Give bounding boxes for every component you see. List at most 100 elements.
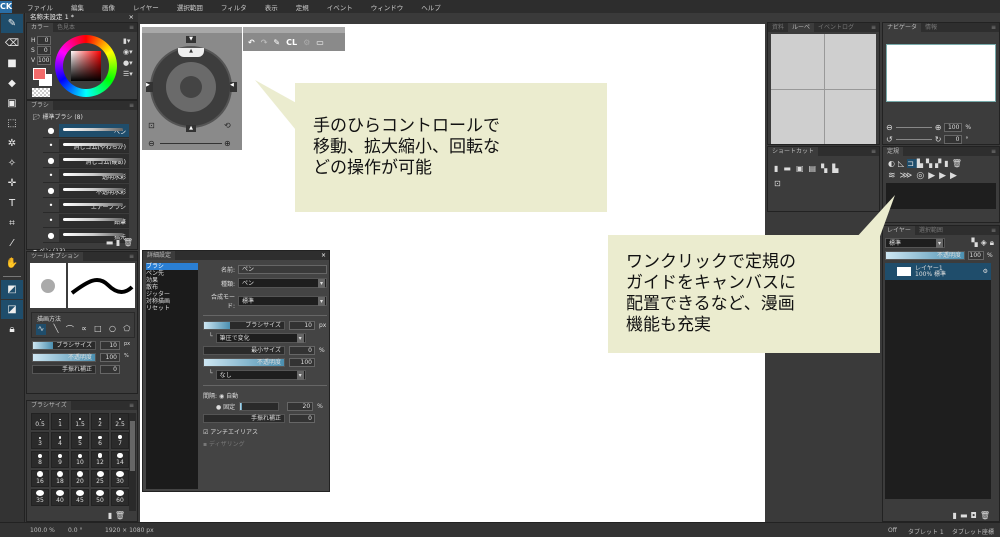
stabilizer-input[interactable]: 0 [289,414,315,423]
brush-size-cell[interactable]: 45 [71,489,89,506]
fit-icon[interactable]: ⊡ [148,121,155,130]
scrollbar[interactable] [129,413,136,511]
eyedropper-icon[interactable]: ⁄ [1,234,23,253]
brush-panel-actions[interactable]: ▬ ▮ 🗑︎ [106,238,133,247]
arrow-left-icon[interactable]: ◀ [230,82,237,92]
blend-select[interactable]: 標準 [238,296,327,306]
brush-size-actions[interactable]: ▮ 🗑︎ [108,511,125,520]
menu-edit[interactable]: 編集 [71,2,84,12]
saturation-value-square[interactable] [71,51,101,81]
antialias-checkbox[interactable]: ☑ アンチエイリアス [203,427,327,436]
polyline-icon[interactable]: ∝ [81,324,87,335]
gradient-tool-icon[interactable]: ▣ [1,94,23,113]
brush-size-cell[interactable]: 5 [71,432,89,449]
brush-size-cell[interactable]: 25 [91,470,109,487]
move-tool-icon[interactable]: ✛ [1,174,23,193]
menu-window[interactable]: ウィンドウ [371,2,404,12]
brush-size-slider[interactable]: ブラシサイズ [32,341,96,350]
ruler-tool-icons[interactable]: ◐◺⊐▙▚▞▮🗑︎ [883,156,999,171]
brush-size-cell[interactable]: 4 [51,432,69,449]
magic-wand-icon[interactable]: ✲ [1,134,23,153]
brush-item[interactable]: • エアーブラシ [43,198,129,213]
brush-size-cell[interactable]: 1 [51,413,69,430]
menu-view[interactable]: 表示 [265,2,278,12]
rect-icon[interactable]: □ [94,324,102,335]
arrow-right-icon[interactable]: ▶ [146,82,153,92]
menu-filter[interactable]: フィルタ [221,2,247,12]
brush-size-cell[interactable]: 2.5 [111,413,129,430]
brush-size-cell[interactable]: 2 [91,413,109,430]
opacity-slider[interactable]: 不透明度 [203,358,285,367]
tab-selection[interactable]: 選択範囲 [914,226,947,235]
category-item[interactable]: ペン先 [146,270,198,277]
category-item[interactable]: 対称描画 [146,298,198,305]
pressure-select[interactable]: 筆圧で変化 [215,333,306,343]
brush-size-cell[interactable]: 18 [51,470,69,487]
rotate-right-icon[interactable]: ↻ [935,135,942,144]
category-item[interactable]: 散布 [146,284,198,291]
brush-size-cell[interactable]: 9 [51,451,69,468]
zoom-slider[interactable] [895,127,932,128]
brush-size-cell[interactable]: 3 [31,432,49,449]
brush-size-cell[interactable]: 7 [111,432,129,449]
pen-icon[interactable]: ✎ [273,38,280,47]
foreground-color[interactable] [33,68,46,80]
category-item[interactable]: リセット [146,305,198,312]
zoom-slider[interactable] [160,143,222,144]
brush-size-cell[interactable]: 50 [91,489,109,506]
tab-swatches[interactable]: 色見本 [53,23,80,32]
edit-mode-icon[interactable]: ◪ [1,300,23,319]
brush-item[interactable]: ● 不透明水彩 [43,183,129,198]
brush-size-cell[interactable]: 12 [91,451,109,468]
tab-color[interactable]: カラー [27,23,54,32]
s-input[interactable]: 0 [36,46,51,55]
brush-size-cell[interactable]: 40 [51,489,69,506]
clear-button[interactable]: CL [286,38,297,47]
type-select[interactable]: ペン [238,278,327,288]
rotation-input[interactable]: 0 [944,135,963,144]
min-size-input[interactable]: 0 [289,346,315,355]
stabilizer-slider[interactable]: 手振れ補正 [32,365,96,374]
size-slider[interactable]: ブラシサイズ [203,321,285,330]
zoom-out-icon[interactable]: ⊖ [886,123,893,132]
brush-item[interactable]: • 鉛筆 [43,213,129,228]
settings-icon[interactable]: ⚙ [303,38,310,47]
rotation-slider[interactable] [895,139,932,140]
tab-info[interactable]: 情報 [921,23,942,32]
polygon-icon[interactable]: ⬠ [123,324,130,335]
redo-icon[interactable]: ↷ [261,38,268,47]
brush-size-cell[interactable]: 60 [111,489,129,506]
menu-layer[interactable]: レイヤー [133,2,159,12]
min-size-slider[interactable]: 最小サイズ [203,346,285,355]
h-input[interactable]: 0 [37,36,52,45]
eraser-tool-icon[interactable]: ⌫ [1,34,23,53]
stabilizer-slider[interactable]: 手振れ補正 [203,414,285,423]
menu-ruler[interactable]: 定規 [296,2,309,12]
fixed-radio[interactable]: ● 固定 [216,402,235,411]
zoom-out-icon[interactable]: ⊖ [148,139,155,148]
tab-material[interactable]: 資料 [768,23,789,32]
brush-size-cell[interactable]: 10 [71,451,89,468]
name-input[interactable]: ペン [238,265,327,274]
close-icon[interactable]: × [321,252,326,259]
select-pen-icon[interactable]: ✧ [1,154,23,173]
brush-size-cell[interactable]: 1.5 [71,413,89,430]
lock-icon[interactable]: 🔒︎ [1,320,23,339]
arrow-down-icon[interactable]: ▼ [186,36,196,43]
menu-event[interactable]: イベント [327,2,353,12]
zoom-in-icon[interactable]: ⊕ [935,123,942,132]
opacity-mode-select[interactable]: なし [215,370,306,380]
ruler-type-icons[interactable]: ≋⋙◎▶▶▶ [883,171,999,181]
shortcut-icons[interactable]: ▮▬▣▤▚▙ ⊡ [768,156,879,196]
window-icon[interactable]: ▭ [316,38,324,47]
brush-size-cell[interactable]: 16 [31,470,49,487]
layer-actions[interactable]: ▮▬◘🗑︎ [953,511,993,520]
curve-icon[interactable]: ⌒ [66,324,74,335]
document-tab[interactable]: 名称未設定 1 * × [26,13,138,22]
freehand-icon[interactable]: ∿ [35,324,47,335]
menu-image[interactable]: 画像 [102,2,115,12]
layer-lock-icons[interactable]: ▚◈🔒︎ [971,238,997,248]
transparent-color[interactable] [32,88,50,97]
dither-checkbox[interactable]: ▪ ディザリング [203,439,327,448]
menu-file[interactable]: ファイル [27,2,53,12]
